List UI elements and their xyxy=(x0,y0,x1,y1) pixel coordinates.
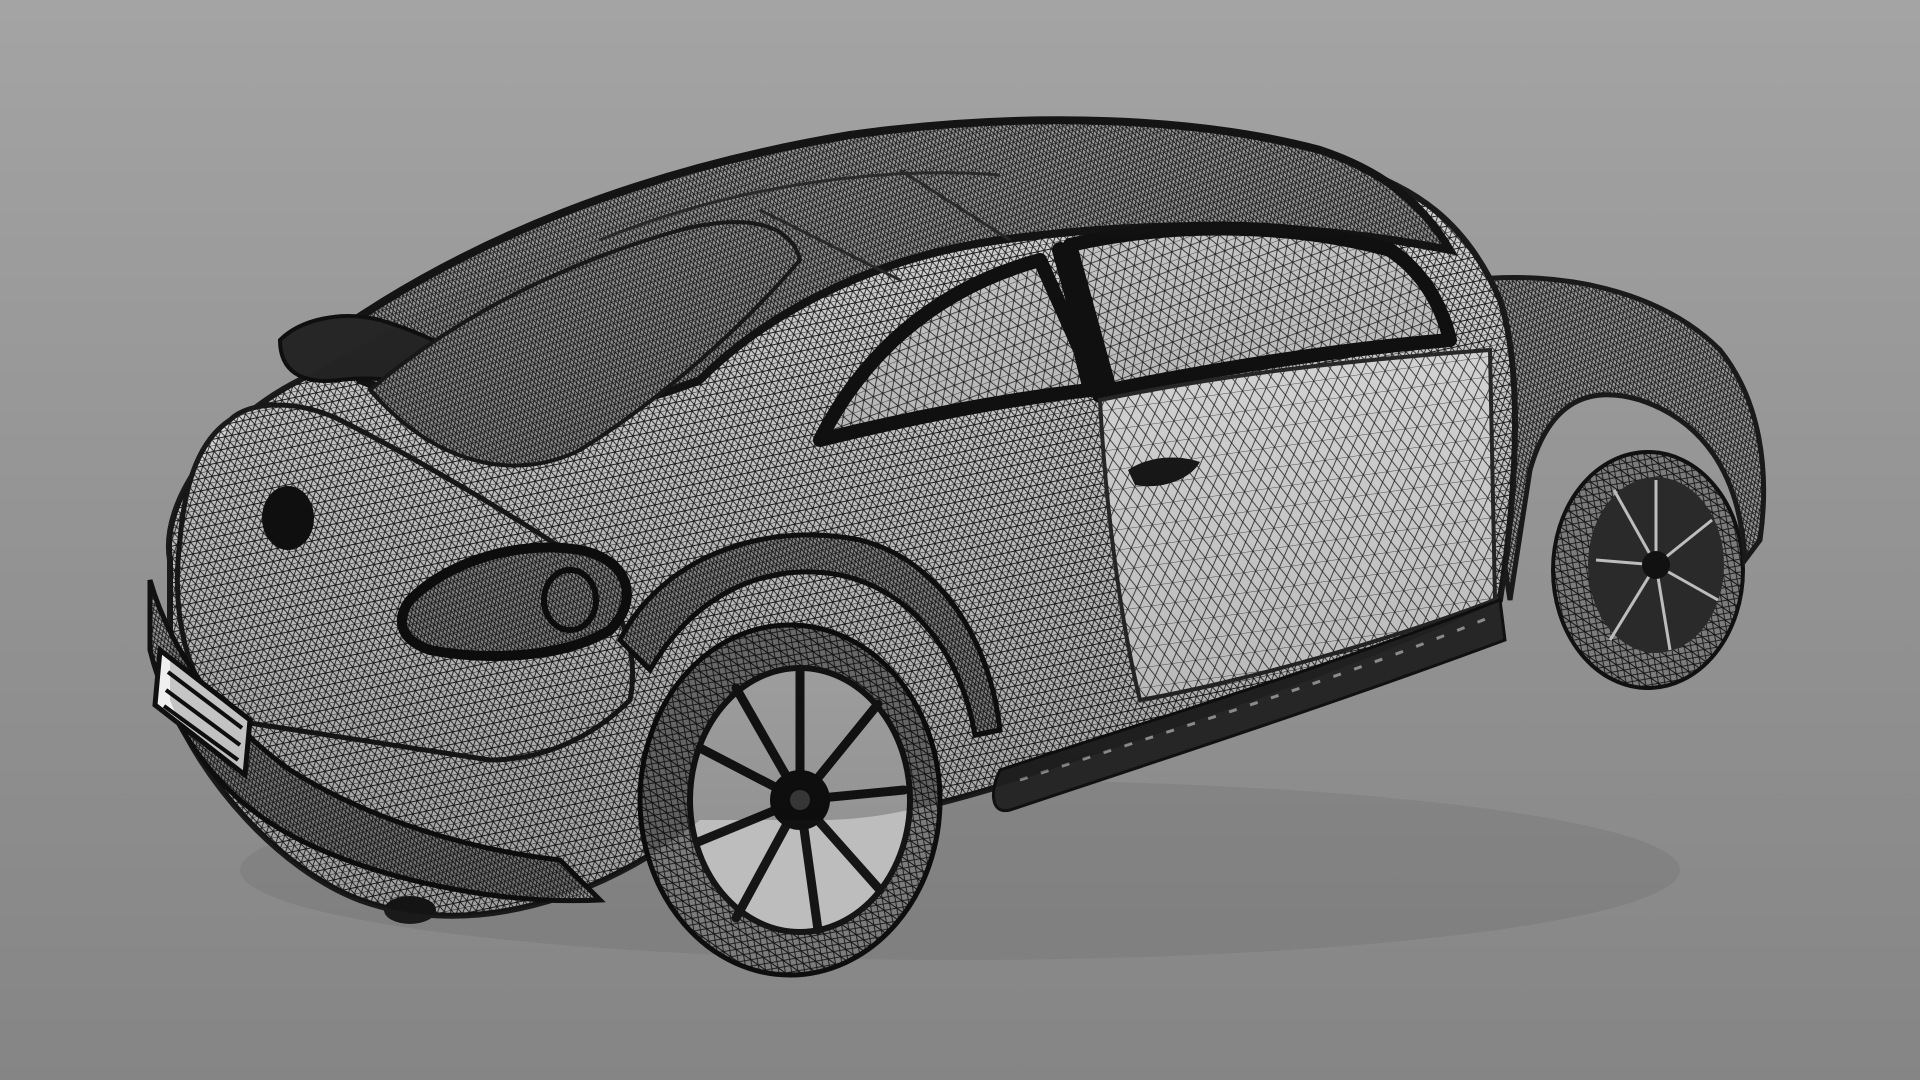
car-wireframe-render xyxy=(147,116,1767,978)
render-viewport[interactable] xyxy=(0,0,1920,1080)
rear-near-wheel xyxy=(637,622,943,978)
rear-far-wheel xyxy=(1551,450,1745,690)
rear-emblem-icon xyxy=(262,486,314,550)
exhaust-pipe xyxy=(384,896,436,924)
